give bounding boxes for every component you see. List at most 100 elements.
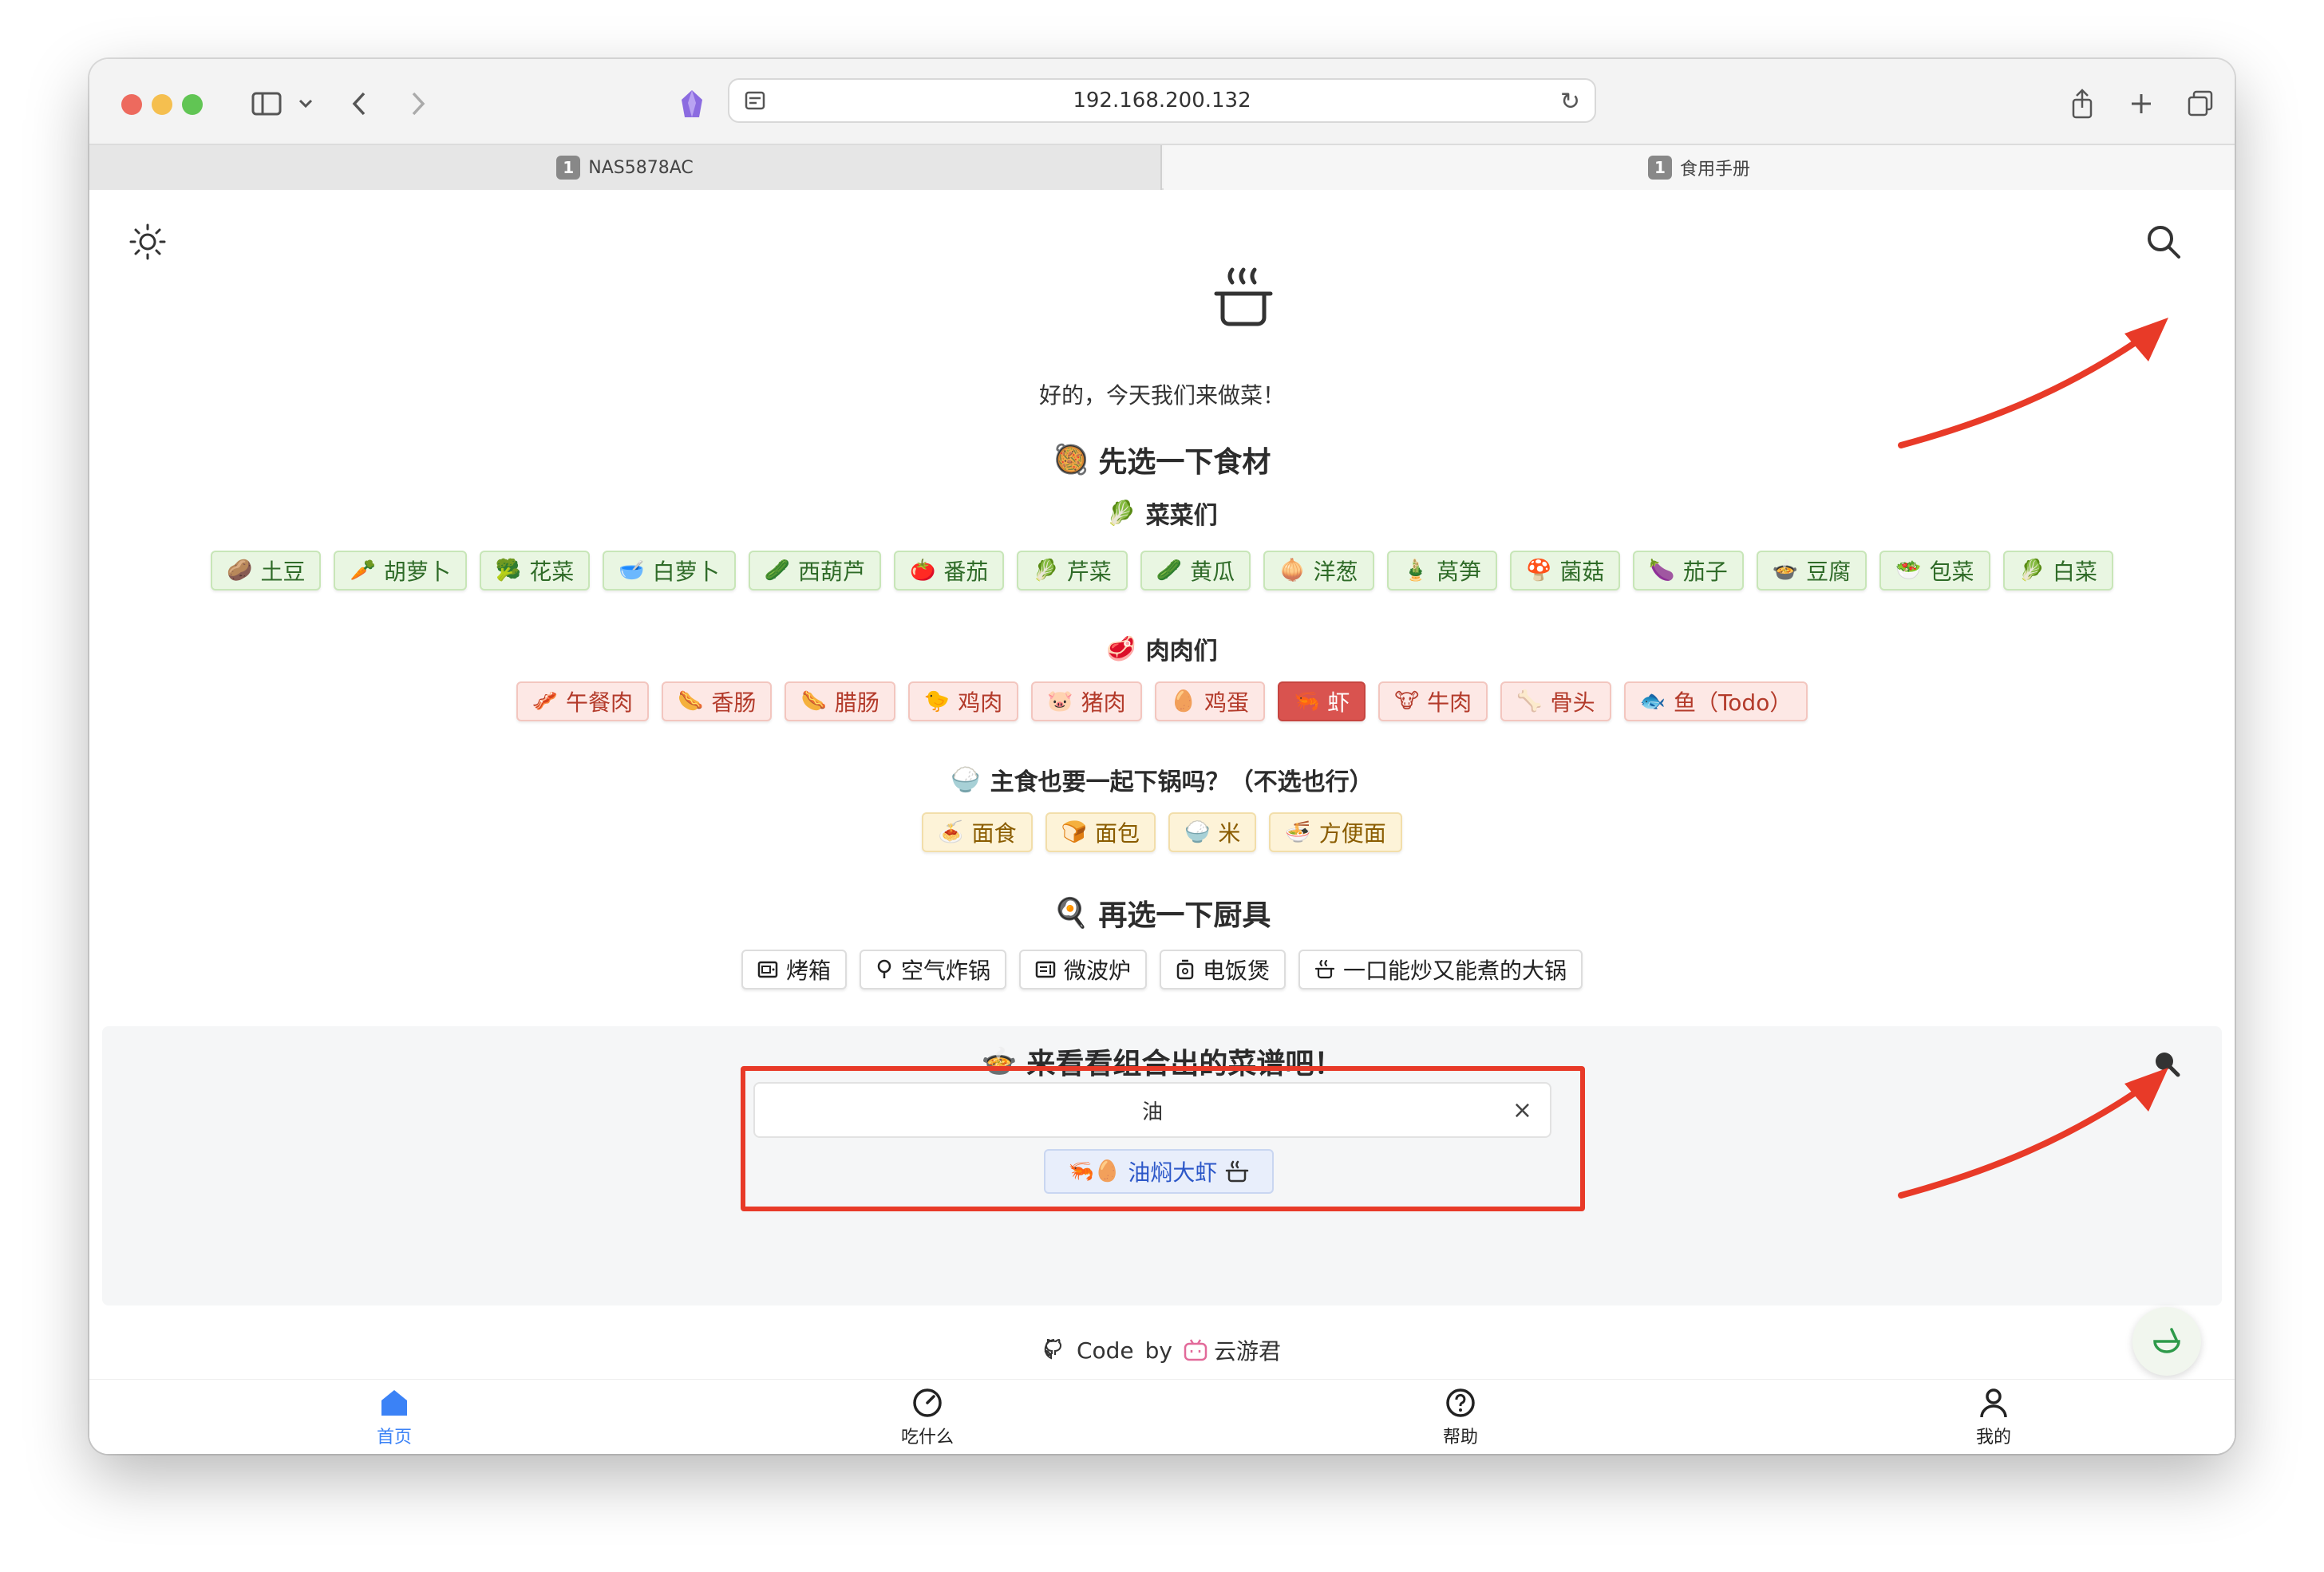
tab-cookbook[interactable]: 1 食用手册 <box>1164 145 2235 190</box>
meat-chip[interactable]: 🦴 骨头 <box>1500 681 1611 721</box>
tools-title: 再选一下厨具 <box>1098 899 1271 932</box>
meat-chip[interactable]: 🐟 鱼（Todo） <box>1623 681 1808 721</box>
meat-chip[interactable]: 🐮 牛肉 <box>1378 681 1488 721</box>
tool-label: 空气炸锅 <box>900 958 990 984</box>
share-icon[interactable] <box>2062 83 2102 124</box>
staple-emoji-icon: 🍞 <box>1061 820 1087 844</box>
meat-chip[interactable]: 🐷 猪肉 <box>1031 681 1142 721</box>
vegetable-chip[interactable]: 🥬 白菜 <box>2002 551 2113 590</box>
github-icon[interactable] <box>1043 1338 1065 1362</box>
staple-chip[interactable]: 🍚 米 <box>1168 812 1257 852</box>
bottom-nav: 首页 吃什么 帮助 我的 <box>89 1379 2235 1454</box>
staple-label: 面食 <box>971 820 1017 847</box>
meat-emoji-icon: 🐤 <box>923 689 951 713</box>
footer-credit: Code by 云游君 <box>89 1334 2235 1366</box>
reload-icon[interactable]: ↻ <box>1560 88 1580 116</box>
vegetable-chip[interactable]: 🥣 白萝卜 <box>603 551 736 590</box>
meat-emoji-icon: 🌭 <box>800 689 827 713</box>
meat-chip[interactable]: 🦐 虾 <box>1278 681 1366 721</box>
ingredients-title: 先选一下食材 <box>1098 446 1271 479</box>
vegetable-label: 包菜 <box>1929 559 1974 585</box>
meat-chip[interactable]: 🥚 鸡蛋 <box>1154 681 1265 721</box>
nav-label: 首页 <box>376 1428 412 1448</box>
meat-chip[interactable]: 🌭 腊肠 <box>785 681 895 721</box>
annotation-highlight-box <box>741 1066 1585 1211</box>
back-icon[interactable] <box>343 83 375 124</box>
vegetable-label: 白菜 <box>2052 559 2097 585</box>
meat-title: 肉肉们 <box>1145 638 1218 666</box>
vegetable-chip[interactable]: 🍆 茄子 <box>1633 551 1744 590</box>
floating-bowl-button[interactable] <box>2132 1307 2201 1376</box>
annotation-arrow-icon <box>1898 1068 2168 1199</box>
tool-chip[interactable]: 一口能炒又能煮的大锅 <box>1298 950 1583 989</box>
nav-what-to-eat[interactable]: 吃什么 <box>848 1388 1007 1448</box>
meat-emoji-icon: 🦐 <box>1294 689 1320 713</box>
meat-chip[interactable]: 🐤 鸡肉 <box>907 681 1019 721</box>
meat-emoji-icon: 🐟 <box>1639 689 1666 713</box>
tool-chip[interactable]: 空气炸锅 <box>859 950 1006 989</box>
home-icon <box>381 1390 407 1416</box>
vegetable-emoji-icon: 🍲 <box>1772 559 1799 583</box>
address-bar[interactable]: 192.168.200.132 ↻ <box>728 78 1596 123</box>
new-tab-icon[interactable] <box>2121 83 2161 124</box>
vegetable-label: 花菜 <box>529 559 575 585</box>
tab-overview-icon[interactable] <box>2180 83 2220 124</box>
page-settings-icon[interactable] <box>744 89 766 112</box>
vegetable-chip[interactable]: 🥗 包菜 <box>1879 551 1990 590</box>
staple-emoji-icon: 🍜 <box>1285 820 1311 844</box>
vegetable-label: 黄瓜 <box>1190 559 1235 585</box>
tool-label: 微波炉 <box>1063 958 1131 984</box>
vegetable-chip[interactable]: 🥔 土豆 <box>211 551 322 590</box>
nav-help[interactable]: 帮助 <box>1381 1388 1540 1448</box>
author-link[interactable]: 云游君 <box>1214 1334 1281 1366</box>
vegetable-emoji-icon: 🥗 <box>1895 559 1922 583</box>
vegetable-chip[interactable]: 🎍 莴笋 <box>1386 551 1497 590</box>
help-icon <box>1446 1388 1475 1417</box>
meat-chip[interactable]: 🌭 香肠 <box>662 681 773 721</box>
tool-chip[interactable]: 微波炉 <box>1018 950 1147 989</box>
bilibili-icon[interactable] <box>1184 1339 1207 1361</box>
meat-label: 鸡蛋 <box>1204 689 1249 716</box>
meat-label: 猪肉 <box>1081 689 1126 716</box>
forward-icon[interactable] <box>402 83 434 124</box>
vegetable-emoji-icon: 🥦 <box>495 559 522 583</box>
vegetable-chip[interactable]: 🥕 胡萝卜 <box>334 551 467 590</box>
vegetable-label: 胡萝卜 <box>383 559 451 585</box>
zoom-window-button[interactable] <box>182 94 203 115</box>
tab-label: 食用手册 <box>1679 160 1750 180</box>
staple-chip[interactable]: 🍞 面包 <box>1045 812 1156 852</box>
search-icon[interactable] <box>2144 222 2184 265</box>
tool-chip[interactable]: 电饭煲 <box>1160 950 1286 989</box>
vegetable-chip[interactable]: 🍲 豆腐 <box>1756 551 1868 590</box>
close-window-button[interactable] <box>121 94 142 115</box>
browser-toolbar: 192.168.200.132 ↻ <box>89 59 2235 144</box>
nav-home[interactable]: 首页 <box>314 1388 474 1448</box>
vegetable-chip[interactable]: 🥦 花菜 <box>479 551 591 590</box>
staple-heading: 🍚 主食也要一起下锅吗？（不选也行） <box>89 760 2235 800</box>
sidebar-toggle-icon[interactable] <box>246 83 287 124</box>
theme-toggle-sun-icon[interactable] <box>128 222 168 265</box>
staple-chip[interactable]: 🍜 方便面 <box>1269 812 1402 852</box>
vegetable-label: 洋葱 <box>1313 559 1358 585</box>
vegetable-chip[interactable]: 🍄 菌菇 <box>1509 551 1621 590</box>
vegetable-chip[interactable]: 🧅 洋葱 <box>1263 551 1374 590</box>
nav-me[interactable]: 我的 <box>1914 1388 2073 1448</box>
tab-nas[interactable]: 1 NAS5878AC <box>89 145 1162 190</box>
vegetable-chip[interactable]: 🥒 黄瓜 <box>1140 551 1251 590</box>
privacy-extension-icon[interactable] <box>672 83 712 124</box>
chevron-down-icon[interactable] <box>294 83 318 124</box>
meat-chip[interactable]: 🥓 午餐肉 <box>516 681 650 721</box>
page-content: 好的，今天我们来做菜！ 🥘 先选一下食材 🥬 菜菜们 🥔 土豆 🥕 胡萝卜 🥦 花菜 🥣 白萝… <box>89 190 2235 1454</box>
bowl-icon <box>2153 1328 2180 1353</box>
vegetable-chip[interactable]: 🍅 番茄 <box>894 551 1005 590</box>
air-fryer-icon <box>875 959 893 980</box>
vegetable-label: 白萝卜 <box>652 559 720 585</box>
staple-chip[interactable]: 🍝 面食 <box>922 812 1033 852</box>
tool-chip[interactable]: 烤箱 <box>741 950 847 989</box>
user-icon <box>1980 1388 2007 1418</box>
vegetable-emoji-icon: 🥬 <box>1033 559 1059 583</box>
minimize-window-button[interactable] <box>152 94 172 115</box>
vegetable-chip[interactable]: 🥒 西葫芦 <box>748 551 882 590</box>
tab-bar: 1 NAS5878AC × 1 食用手册 <box>89 144 2235 190</box>
vegetable-chip[interactable]: 🥬 芹菜 <box>1017 551 1128 590</box>
